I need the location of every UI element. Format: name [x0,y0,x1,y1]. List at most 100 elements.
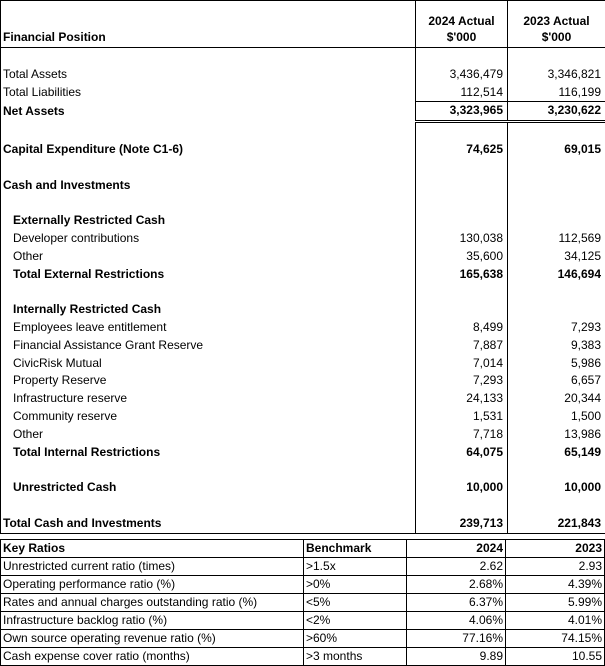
ratio-2024: 77.16% [406,629,506,648]
value-2024 [415,496,508,515]
report-page: Financial Position 2024 Actual $'000 202… [0,0,605,666]
value-2023: 146,694 [507,265,605,284]
table-row: Developer contributions 130,038 112,569 [0,229,605,248]
value-2024 [415,194,508,213]
ratio-row: Own source operating revenue ratio (%) >6… [0,629,605,648]
value-2024 [415,176,508,195]
value-2023 [507,121,605,141]
value-2024 [415,301,508,319]
value-2024 [415,158,508,177]
row-label: Capital Expenditure (Note C1-6) [0,140,416,159]
value-2023: 1,500 [507,407,605,426]
table-row [0,158,605,177]
value-2024: 3,323,965 [415,101,508,124]
row-label: Total Cash and Investments [0,514,416,534]
table-row: Employees leave entitlement 8,499 7,293 [0,318,605,337]
table-row: Other 7,718 13,986 [0,425,605,444]
table-row [0,194,605,213]
value-2024 [415,283,508,302]
value-2023 [507,47,605,66]
value-2024 [415,47,508,66]
row-label [0,194,416,213]
table-row: Other 35,600 34,125 [0,247,605,266]
ratio-2024: 4.06% [406,611,506,630]
table-row: Infrastructure reserve 24,133 20,344 [0,390,605,408]
table-row: Financial Assistance Grant Reserve 7,887 9… [0,336,605,355]
table-row: Property Reserve 7,293 6,657 [0,372,605,391]
value-2024: 239,713 [415,514,508,534]
value-2023 [507,461,605,480]
value-2023: 3,230,622 [507,101,605,124]
table-row: Net Assets 3,323,965 3,230,622 [0,101,605,124]
ratio-label: Own source operating revenue ratio (%) [0,629,304,648]
value-2024: 7,293 [415,372,508,391]
year-2024-header: 2024 [406,539,506,558]
table-row [0,283,605,302]
ratio-2023: 74.15% [505,629,605,648]
value-2023: 69,015 [507,140,605,159]
value-2024: 64,075 [415,443,508,462]
ratio-2024: 2.62 [406,557,506,576]
value-2023 [507,176,605,195]
ratio-benchmark: <5% [303,593,407,612]
table-row: CivicRisk Mutual 7,014 5,986 [0,354,605,373]
table-row: Externally Restricted Cash [0,212,605,230]
row-label: Total Assets [0,65,416,84]
ratio-benchmark: >1.5x [303,557,407,576]
row-label: Total Internal Restrictions [0,443,416,462]
ratio-2023: 5.99% [505,593,605,612]
ratio-2024: 6.37% [406,593,506,612]
ratio-2024: 2.68% [406,575,506,594]
value-2023 [507,283,605,302]
value-2023: 20,344 [507,390,605,408]
value-2024: 1,531 [415,407,508,426]
table-row: Total External Restrictions 165,638 146,69… [0,265,605,284]
col-header-2024-text: 2024 Actual $'000 [428,14,495,44]
ratio-row: Rates and annual charges outstanding rat… [0,593,605,612]
row-label: Infrastructure reserve [0,390,416,408]
table-row: Total Internal Restrictions 64,075 65,149 [0,443,605,462]
key-ratios-table: Key Ratios Benchmark 2024 2023 Unrestric… [0,539,605,666]
value-2024: 130,038 [415,229,508,248]
row-label: Cash and Investments [0,176,416,195]
ratio-label: Unrestricted current ratio (times) [0,557,304,576]
value-2024: 35,600 [415,247,508,266]
table-row: Total Assets 3,436,479 3,346,821 [0,65,605,84]
row-label: Externally Restricted Cash [0,212,416,230]
ratio-row: Operating performance ratio (%) >0% 2.68% 4… [0,575,605,594]
row-label: CivicRisk Mutual [0,354,416,373]
row-label [0,283,416,302]
ratio-label: Cash expense cover ratio (months) [0,647,304,666]
table-row: Total Cash and Investments 239,713 221,843 [0,514,605,534]
value-2024 [415,212,508,230]
value-2023: 221,843 [507,514,605,534]
row-label: Other [0,425,416,444]
table-header-row: Financial Position 2024 Actual $'000 202… [0,0,605,48]
value-2024: 3,436,479 [415,65,508,84]
value-2023 [507,301,605,319]
table-row: Internally Restricted Cash [0,301,605,319]
row-label [0,461,416,480]
value-2024: 7,718 [415,425,508,444]
ratio-2023: 10.55 [505,647,605,666]
ratio-2023: 4.01% [505,611,605,630]
value-2023: 7,293 [507,318,605,337]
ratio-row: Unrestricted current ratio (times) >1.5x 2… [0,557,605,576]
value-2023: 9,383 [507,336,605,355]
value-2024: 74,625 [415,140,508,159]
financial-position-table: Financial Position 2024 Actual $'000 202… [0,0,605,534]
value-2024: 165,638 [415,265,508,284]
value-2024: 24,133 [415,390,508,408]
value-2023: 10,000 [507,479,605,497]
ratio-benchmark: <2% [303,611,407,630]
row-label: Total External Restrictions [0,265,416,284]
table-row: Community reserve 1,531 1,500 [0,407,605,426]
row-label [0,47,416,66]
row-label: Internally Restricted Cash [0,301,416,319]
ratio-2023: 2.93 [505,557,605,576]
ratio-benchmark: >60% [303,629,407,648]
value-2024: 112,514 [415,83,508,102]
row-label: Financial Assistance Grant Reserve [0,336,416,355]
row-label: Unrestricted Cash [0,479,416,497]
row-label [0,121,416,141]
